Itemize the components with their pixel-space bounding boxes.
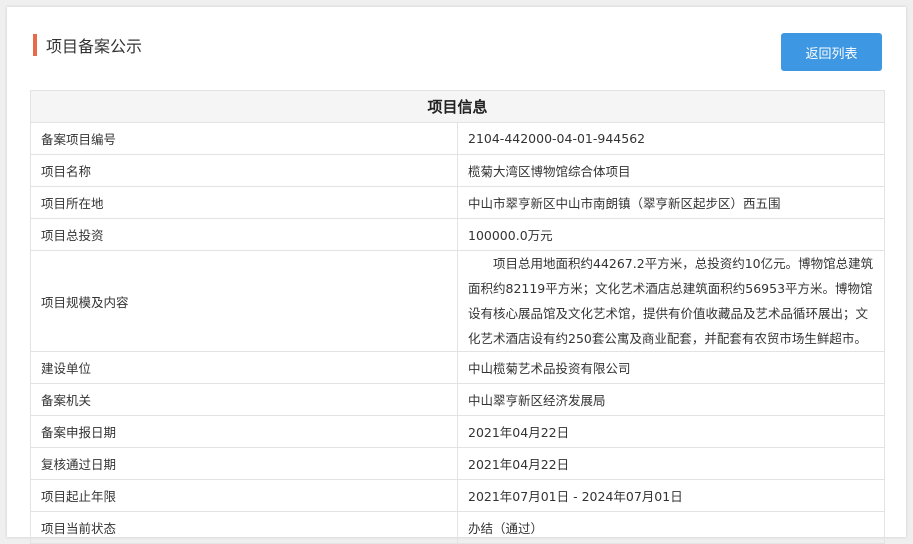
title-accent-bar: [33, 34, 37, 56]
row-label-submit-date: 备案申报日期: [30, 415, 458, 448]
table-row: 项目所在地 中山市翠亨新区中山市南朗镇（翠亨新区起步区）西五围: [30, 186, 885, 219]
row-label-builder: 建设单位: [30, 351, 458, 384]
content-panel: 项目备案公示 返回列表 项目信息 备案项目编号 2104-442000-04-0…: [7, 7, 906, 544]
row-label-period: 项目起止年限: [30, 479, 458, 512]
table-row: 备案申报日期 2021年04月22日: [30, 415, 885, 448]
row-value-total-investment: 100000.0万元: [457, 218, 885, 251]
row-label-authority: 备案机关: [30, 383, 458, 416]
table-row: 建设单位 中山榄菊艺术品投资有限公司: [30, 351, 885, 384]
table-row: 复核通过日期 2021年04月22日: [30, 447, 885, 480]
table-row: 项目总投资 100000.0万元: [30, 218, 885, 251]
scale-content-text: 项目总用地面积约44267.2平方米，总投资约10亿元。博物馆总建筑面积约821…: [468, 256, 874, 346]
table-row: 备案项目编号 2104-442000-04-01-944562: [30, 122, 885, 155]
row-label-review-date: 复核通过日期: [30, 447, 458, 480]
row-label-record-number: 备案项目编号: [30, 122, 458, 155]
row-value-location: 中山市翠亨新区中山市南朗镇（翠亨新区起步区）西五围: [457, 186, 885, 219]
row-value-review-date: 2021年04月22日: [457, 447, 885, 480]
table-heading: 项目信息: [30, 90, 885, 123]
project-info-table: 项目信息 备案项目编号 2104-442000-04-01-944562 项目名…: [30, 90, 885, 544]
table-row: 项目名称 榄菊大湾区博物馆综合体项目: [30, 154, 885, 187]
table-row: 项目规模及内容 项目总用地面积约44267.2平方米，总投资约10亿元。博物馆总…: [30, 250, 885, 352]
row-value-scale-content: 项目总用地面积约44267.2平方米，总投资约10亿元。博物馆总建筑面积约821…: [457, 250, 885, 352]
table-header-row: 项目信息: [30, 90, 885, 123]
back-to-list-button[interactable]: 返回列表: [781, 33, 882, 71]
row-value-record-number: 2104-442000-04-01-944562: [457, 122, 885, 155]
row-value-period: 2021年07月01日 - 2024年07月01日: [457, 479, 885, 512]
table-row: 项目当前状态 办结（通过）: [30, 511, 885, 544]
row-value-builder: 中山榄菊艺术品投资有限公司: [457, 351, 885, 384]
row-value-status: 办结（通过）: [457, 511, 885, 544]
row-label-scale-content: 项目规模及内容: [30, 250, 458, 352]
row-label-project-name: 项目名称: [30, 154, 458, 187]
row-label-location: 项目所在地: [30, 186, 458, 219]
row-value-submit-date: 2021年04月22日: [457, 415, 885, 448]
table-row: 项目起止年限 2021年07月01日 - 2024年07月01日: [30, 479, 885, 512]
row-value-authority: 中山翠亨新区经济发展局: [457, 383, 885, 416]
row-label-total-investment: 项目总投资: [30, 218, 458, 251]
page-title-group: 项目备案公示: [33, 34, 142, 56]
row-value-project-name: 榄菊大湾区博物馆综合体项目: [457, 154, 885, 187]
page-title: 项目备案公示: [46, 37, 143, 56]
table-row: 备案机关 中山翠亨新区经济发展局: [30, 383, 885, 416]
row-label-status: 项目当前状态: [30, 511, 458, 544]
